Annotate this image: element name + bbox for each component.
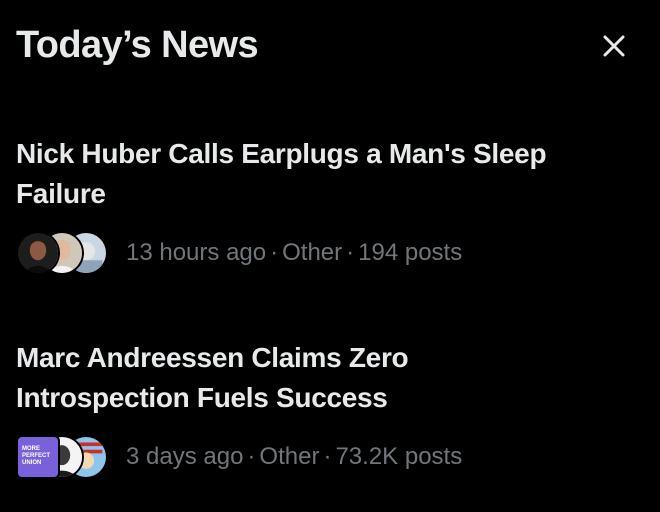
story-headline[interactable]: Nick Huber Calls Earplugs a Man's Sleep … <box>16 134 636 214</box>
avatar-stack: MORE PERFECT UNION <box>16 434 112 480</box>
news-story[interactable]: Nick Huber Calls Earplugs a Man's Sleep … <box>16 134 636 276</box>
story-category: Other <box>282 239 343 266</box>
story-headline[interactable]: Marc Andreessen Claims Zero Introspectio… <box>16 338 636 418</box>
close-icon <box>603 35 625 57</box>
more-perfect-union-logo: MORE PERFECT UNION <box>16 435 60 479</box>
story-post-count: 73.2K posts <box>335 443 463 470</box>
meta-separator: · <box>270 239 279 266</box>
story-category: Other <box>259 443 320 470</box>
news-story[interactable]: Marc Andreessen Claims Zero Introspectio… <box>16 338 636 480</box>
story-time: 3 days ago <box>126 443 244 470</box>
avatar <box>16 231 60 275</box>
todays-news-panel: Today’s News Nick Huber Calls Earplugs a… <box>0 0 660 512</box>
story-meta: 3 days ago · Other · 73.2K posts <box>126 443 462 471</box>
avatar-stack <box>16 230 112 276</box>
meta-separator: · <box>346 239 355 266</box>
story-post-count: 194 posts <box>358 239 463 266</box>
story-time: 13 hours ago <box>126 239 267 266</box>
meta-separator: · <box>323 443 332 470</box>
logo-text: MORE PERFECT UNION <box>22 446 51 466</box>
meta-separator: · <box>247 443 256 470</box>
close-button[interactable] <box>596 28 632 64</box>
story-meta: 13 hours ago · Other · 194 posts <box>126 239 462 267</box>
story-meta-row: MORE PERFECT UNION 3 days ago · Other · … <box>16 434 636 480</box>
story-meta-row: 13 hours ago · Other · 194 posts <box>16 230 636 276</box>
panel-title: Today’s News <box>16 24 259 66</box>
